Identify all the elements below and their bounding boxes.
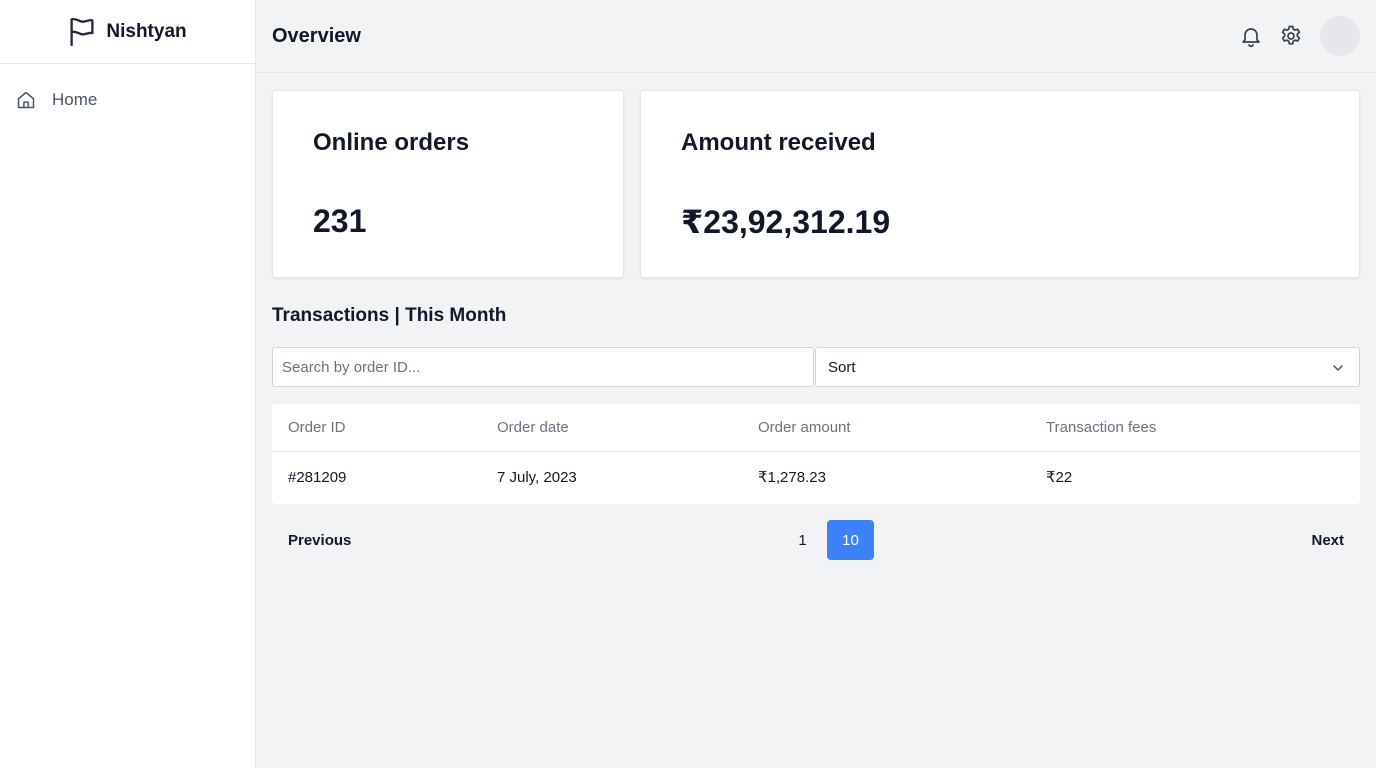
brand-name: Nishtyan xyxy=(106,20,187,42)
sidebar-item-home[interactable]: Home xyxy=(0,80,255,120)
stat-value: ₹23,92,312.19 xyxy=(681,204,891,240)
stat-value: 231 xyxy=(313,203,367,239)
top-header: Overview xyxy=(256,0,1376,73)
transactions-table: Order ID Order date Order amount Transac… xyxy=(272,404,1360,504)
brand[interactable]: Nishtyan xyxy=(0,0,255,64)
transactions-title: Transactions | This Month xyxy=(272,305,507,326)
stat-title: Online orders xyxy=(313,129,470,156)
column-header[interactable]: Order amount xyxy=(742,404,1030,452)
settings-button[interactable] xyxy=(1278,23,1304,49)
column-header[interactable]: Order date xyxy=(481,404,742,452)
header-actions xyxy=(1238,16,1360,56)
page-button[interactable]: 1 xyxy=(779,520,826,560)
next-page-button[interactable]: Next xyxy=(1311,520,1344,560)
notifications-button[interactable] xyxy=(1238,23,1264,49)
bell-icon xyxy=(1242,28,1260,48)
gear-icon xyxy=(1281,25,1301,45)
previous-page-button[interactable]: Previous xyxy=(288,520,351,560)
chevron-down-icon xyxy=(1333,365,1343,371)
table-cell: 7 July, 2023 xyxy=(497,468,577,486)
search-input[interactable] xyxy=(272,347,814,387)
sidebar-item-label: Home xyxy=(52,90,98,109)
page-title: Overview xyxy=(272,24,361,47)
table-cell: #281209 xyxy=(288,468,347,486)
stat-card-amount-received: Amount received ₹23,92,312.19 xyxy=(640,90,1360,278)
flag-icon xyxy=(70,17,94,46)
stat-title: Amount received xyxy=(681,129,876,156)
table-row[interactable]: #281209 7 July, 2023 ₹1,278.23 ₹22 xyxy=(272,451,1360,503)
avatar[interactable] xyxy=(1320,16,1360,56)
sort-select[interactable]: Sort xyxy=(815,347,1360,387)
stat-card-online-orders: Online orders 231 xyxy=(272,90,624,278)
sidebar: Nishtyan Home xyxy=(0,0,256,768)
home-icon xyxy=(17,91,35,109)
table-cell: ₹1,278.23 xyxy=(758,469,826,487)
column-header[interactable]: Order ID xyxy=(272,404,481,452)
page-button-active[interactable]: 10 xyxy=(827,520,874,560)
column-header[interactable]: Transaction fees xyxy=(1030,404,1360,452)
table-header-row: Order ID Order date Order amount Transac… xyxy=(272,404,1360,452)
sort-label: Sort xyxy=(828,358,856,376)
table-cell: ₹22 xyxy=(1046,469,1073,487)
